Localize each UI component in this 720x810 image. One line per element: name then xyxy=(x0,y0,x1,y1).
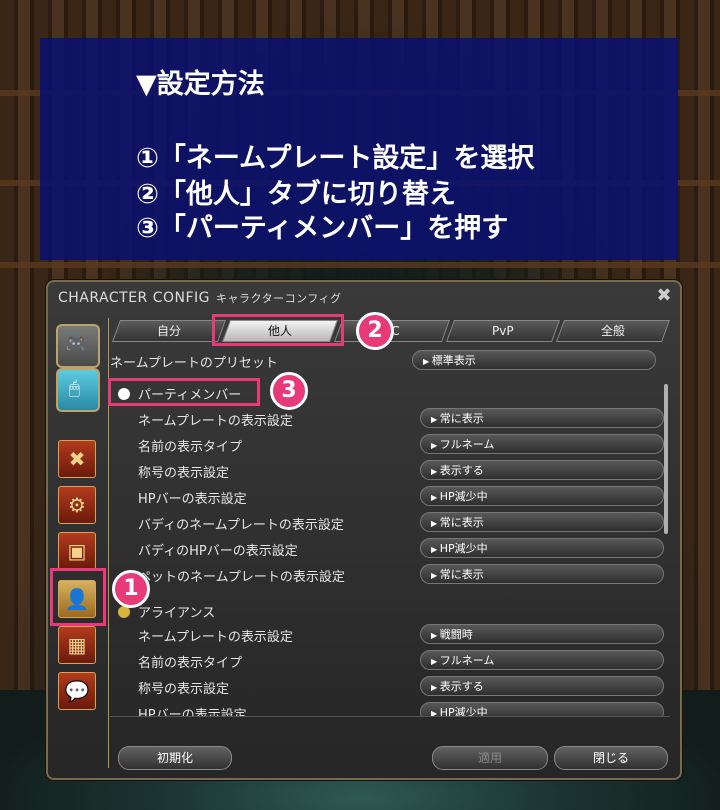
preset-row: ネームプレートのプリセット 標準表示 xyxy=(110,350,658,374)
setting-label: 称号の表示設定 xyxy=(138,466,230,481)
highlight-others-tab xyxy=(212,314,344,346)
apply-button[interactable]: 適用 xyxy=(432,746,548,770)
settings-row: HPバーの表示設定 HP減少中 xyxy=(118,702,666,716)
settings-row: ペットのネームプレートの表示設定 常に表示 xyxy=(118,564,666,588)
setting-label: HPバーの表示設定 xyxy=(138,492,247,507)
settings-row: バディのHPバーの表示設定 HP減少中 xyxy=(118,538,666,562)
highlight-party-section xyxy=(108,378,260,406)
scrollbar[interactable] xyxy=(664,384,668,534)
close-icon[interactable]: ✖ xyxy=(654,286,674,306)
setting-dropdown[interactable]: HP減少中 xyxy=(420,486,664,506)
hud-settings-icon[interactable]: ▣ xyxy=(58,532,96,570)
preset-dropdown[interactable]: 標準表示 xyxy=(412,350,656,370)
chat-settings-icon[interactable]: 💬 xyxy=(58,672,96,710)
settings-row: 名前の表示タイプ フルネーム xyxy=(118,650,666,674)
settings-row: 称号の表示設定 表示する xyxy=(118,460,666,484)
marker-2: 2 xyxy=(356,312,394,350)
settings-row: バディのネームプレートの表示設定 常に表示 xyxy=(118,512,666,536)
setting-label: ネームプレートの表示設定 xyxy=(138,414,293,429)
window-title-text: CHARACTER CONFIG xyxy=(58,290,211,306)
config-sidebar: 🎮 🖱 ✖ ⚙ ▣ 👤 ▦ 💬 xyxy=(50,318,109,768)
settings-row: ネームプレートの表示設定 戦闘時 xyxy=(118,624,666,648)
setting-dropdown[interactable]: フルネーム xyxy=(420,434,664,454)
setting-dropdown[interactable]: 表示する xyxy=(420,460,664,480)
mouse-mode-button[interactable]: 🖱 xyxy=(56,368,100,412)
setting-label: ペットのネームプレートの表示設定 xyxy=(138,570,345,585)
banner-step-3: ③「パーティメンバー」を押す xyxy=(136,213,509,244)
bookshelf-band xyxy=(0,262,720,268)
setting-label: バディのHPバーの表示設定 xyxy=(138,544,298,559)
setting-label: バディのネームプレートの表示設定 xyxy=(138,518,344,533)
close-button[interactable]: 閉じる xyxy=(554,746,668,770)
divider xyxy=(110,716,670,717)
settings-row: ネームプレートの表示設定 常に表示 xyxy=(118,408,666,432)
settings-row: 称号の表示設定 表示する xyxy=(118,676,666,700)
window-subtitle: キャラクターコンフィグ xyxy=(216,292,342,305)
setting-dropdown[interactable]: 常に表示 xyxy=(420,408,664,428)
mouse-icon: 🖱 xyxy=(69,378,80,399)
tab-label: 全般 xyxy=(600,324,625,338)
setting-dropdown[interactable]: 戦闘時 xyxy=(420,624,664,644)
tab-label: 自分 xyxy=(156,324,181,338)
setting-dropdown[interactable]: 表示する xyxy=(420,676,664,696)
mapping-settings-icon[interactable]: ▦ xyxy=(58,626,96,664)
items-settings-icon[interactable]: ⚙ xyxy=(58,486,96,524)
setting-label: ネームプレートの表示設定 xyxy=(138,630,293,645)
setting-dropdown[interactable]: HP減少中 xyxy=(420,702,664,716)
setting-dropdown[interactable]: HP減少中 xyxy=(420,538,664,558)
tab-label: PvP xyxy=(492,324,514,338)
marker-3: 3 xyxy=(270,372,308,410)
banner-step-1: ①「ネームプレート設定」を選択 xyxy=(136,143,535,174)
gamepad-mode-button[interactable]: 🎮 xyxy=(56,324,100,368)
tab-pvp[interactable]: PvP xyxy=(445,320,561,342)
setting-label: HPバーの表示設定 xyxy=(138,708,247,716)
highlight-nameplate-icon xyxy=(50,568,106,626)
setting-dropdown[interactable]: 常に表示 xyxy=(420,564,664,584)
preset-label: ネームプレートのプリセット xyxy=(110,356,278,371)
setting-label: 称号の表示設定 xyxy=(138,682,230,697)
alliance-section-label: アライアンス xyxy=(138,606,216,621)
setting-label: 名前の表示タイプ xyxy=(138,440,243,455)
setting-dropdown[interactable]: 常に表示 xyxy=(420,512,664,532)
banner-heading: ▼設定方法 xyxy=(136,69,265,100)
character-config-window: CHARACTER CONFIG キャラクターコンフィグ ✖ 🎮 🖱 ✖ ⚙ ▣ … xyxy=(46,280,682,780)
setting-dropdown[interactable]: フルネーム xyxy=(420,650,664,670)
tab-self[interactable]: 自分 xyxy=(111,320,227,342)
battle-settings-icon[interactable]: ✖ xyxy=(58,440,96,478)
setting-label: 名前の表示タイプ xyxy=(138,656,243,671)
settings-row: 名前の表示タイプ フルネーム xyxy=(118,434,666,458)
gamepad-icon: 🎮 xyxy=(65,334,88,355)
marker-1: 1 xyxy=(112,570,150,608)
settings-row: HPバーの表示設定 HP減少中 xyxy=(118,486,666,510)
tab-general[interactable]: 全般 xyxy=(555,320,671,342)
window-title: CHARACTER CONFIG キャラクターコンフィグ xyxy=(58,290,342,306)
instruction-banner: ▼設定方法 ①「ネームプレート設定」を選択 ②「他人」タブに切り替え ③「パーテ… xyxy=(40,38,678,260)
reset-button[interactable]: 初期化 xyxy=(118,746,232,770)
